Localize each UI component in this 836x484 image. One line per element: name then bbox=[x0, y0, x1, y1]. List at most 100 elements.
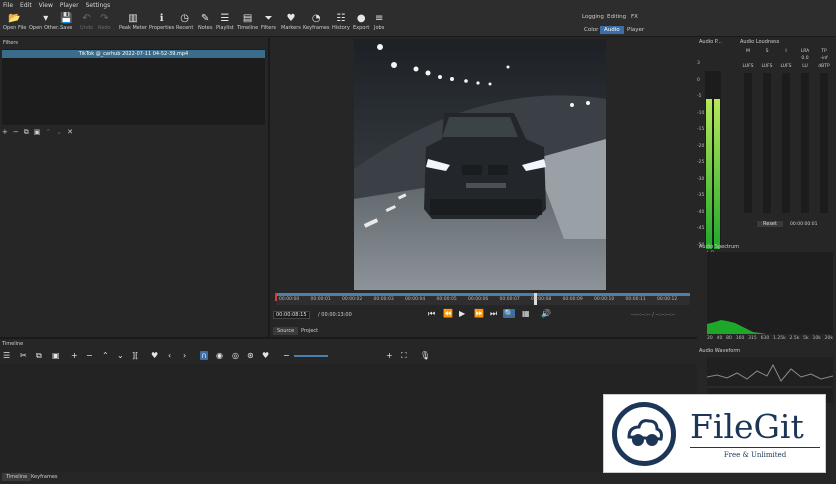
undo-button[interactable]: ↶ Undo bbox=[80, 12, 93, 36]
zoom-fit-icon[interactable]: ⛶ bbox=[401, 351, 407, 361]
next-marker-icon[interactable]: › bbox=[183, 351, 186, 360]
paste-icon[interactable]: ▣ bbox=[52, 351, 60, 360]
loudness-col-value: 0.0 bbox=[801, 56, 809, 61]
loudness-col-header: TP bbox=[821, 49, 827, 54]
loudness-col-value: -inf bbox=[820, 56, 828, 61]
layout-player[interactable]: Player bbox=[623, 26, 648, 34]
selected-clip-label[interactable]: TikTok @_carhub 2022-07-11 04-52-39.mp4 bbox=[2, 50, 265, 58]
toolbar-label: Keyframes bbox=[303, 25, 330, 31]
loudness-col-unit: dBTP bbox=[818, 64, 830, 69]
append-icon[interactable]: + bbox=[71, 351, 78, 360]
paste-filter-icon[interactable]: ▣ bbox=[34, 128, 41, 137]
playlist-button[interactable]: ☰ Playlist bbox=[216, 12, 234, 36]
export-button[interactable]: ● Export bbox=[353, 12, 369, 36]
ripple-all-icon[interactable]: ⊛ bbox=[247, 351, 254, 360]
tab-keyframes[interactable]: Keyframes bbox=[27, 473, 62, 481]
filters-panel-title: Filters bbox=[3, 40, 18, 46]
play-icon[interactable]: ▶ bbox=[459, 309, 465, 318]
save-button[interactable]: 💾 Save bbox=[60, 12, 72, 36]
open-other-button[interactable]: ▾ Open Other... bbox=[29, 12, 62, 36]
menu-view[interactable]: View bbox=[39, 2, 53, 9]
tab-source[interactable]: Source bbox=[273, 327, 299, 335]
peak-scale-label: -10 bbox=[697, 110, 705, 116]
move-down-icon[interactable]: ⌄ bbox=[56, 128, 62, 137]
filters-icon: ⏷ bbox=[264, 13, 273, 24]
deselect-filter-icon[interactable]: ✕ bbox=[67, 128, 73, 137]
snap-icon[interactable]: ∩ bbox=[200, 351, 208, 360]
marker-icon[interactable]: ♥ bbox=[151, 351, 158, 360]
recent-button[interactable]: ◷ Recent bbox=[176, 12, 193, 36]
loudness-meter-bar bbox=[744, 73, 752, 213]
cut-icon[interactable]: ✂ bbox=[20, 351, 27, 360]
panel-divider-horizontal[interactable] bbox=[0, 337, 697, 339]
copy-filter-icon[interactable]: ⧉ bbox=[24, 128, 29, 137]
video-preview[interactable] bbox=[354, 39, 606, 290]
layout-fx[interactable]: FX bbox=[627, 13, 642, 21]
scrub-icon[interactable]: ◉ bbox=[216, 351, 223, 360]
notes-button[interactable]: ✎ Notes bbox=[198, 12, 212, 36]
position-timecode[interactable]: 00:00:08:15 bbox=[273, 311, 310, 319]
ruler-tick-label: 00:00:11 bbox=[625, 297, 646, 302]
copy-icon[interactable]: ⧉ bbox=[36, 351, 42, 361]
loudness-meter-bar bbox=[763, 73, 771, 213]
skip-to-end-icon[interactable]: ⏭ bbox=[490, 309, 497, 319]
remove-filter-icon[interactable]: − bbox=[13, 128, 19, 137]
record-audio-icon[interactable]: 🎙 bbox=[420, 351, 430, 360]
zoom-in-icon[interactable]: + bbox=[386, 351, 393, 360]
split-icon[interactable]: ][ bbox=[132, 351, 138, 360]
peak-scale-label: 3 bbox=[697, 61, 700, 66]
zoom-icon[interactable]: 🔍 bbox=[503, 309, 515, 318]
grid-icon[interactable]: ▦ bbox=[522, 309, 530, 318]
open-other-icon: ▾ bbox=[43, 13, 49, 24]
jobs-button[interactable]: ≡ Jobs bbox=[374, 12, 384, 36]
tab-project[interactable]: Project bbox=[297, 327, 322, 335]
skip-to-start-icon[interactable]: ⏮ bbox=[428, 309, 435, 319]
panel-divider-vertical[interactable] bbox=[268, 38, 270, 337]
peak-meter-button[interactable]: ▥ Peak Meter bbox=[119, 12, 147, 36]
menu-icon[interactable]: ☰ bbox=[3, 351, 10, 360]
spectrum-freq-label: 10k bbox=[812, 336, 821, 341]
fast-forward-icon[interactable]: ⏩ bbox=[474, 309, 484, 318]
properties-button[interactable]: ℹ Properties bbox=[149, 12, 174, 36]
timeline-zoom-slider[interactable] bbox=[294, 355, 328, 357]
peak-scale-label: 0 bbox=[697, 77, 700, 83]
ruler-tick-label: 00:00:02 bbox=[342, 297, 363, 302]
redo-button[interactable]: ↷ Redo bbox=[98, 12, 111, 36]
add-filter-icon[interactable]: + bbox=[2, 128, 8, 137]
overwrite-icon[interactable]: ⌄ bbox=[117, 351, 124, 360]
zoom-out-icon[interactable]: − bbox=[283, 351, 290, 360]
loudness-col-unit: LUFS bbox=[742, 64, 754, 69]
ripple-markers-icon[interactable]: ♥ bbox=[262, 351, 269, 360]
spectrum-freq-label: 315 bbox=[748, 336, 757, 341]
filegit-logo-icon bbox=[612, 402, 676, 466]
volume-icon[interactable]: 🔊 bbox=[541, 309, 551, 318]
markers-button[interactable]: ♥ Markers bbox=[281, 12, 301, 36]
prev-marker-icon[interactable]: ‹ bbox=[168, 351, 171, 360]
timeline-area[interactable] bbox=[0, 364, 697, 472]
ruler-tick-label: 00:00:08 bbox=[531, 297, 552, 302]
move-up-icon[interactable]: ⌃ bbox=[45, 128, 51, 137]
playlist-icon: ☰ bbox=[220, 13, 230, 24]
open-file-button[interactable]: 📂 Open File bbox=[3, 12, 26, 36]
remove-icon[interactable]: − bbox=[86, 351, 93, 360]
layout-audio[interactable]: Audio bbox=[600, 26, 624, 34]
menu-file[interactable]: File bbox=[3, 2, 13, 9]
notes-icon: ✎ bbox=[201, 13, 210, 24]
filters-button[interactable]: ⏷ Filters bbox=[261, 12, 276, 36]
keyframes-button[interactable]: ◔ Keyframes bbox=[303, 12, 330, 36]
menu-player[interactable]: Player bbox=[60, 2, 79, 9]
history-button[interactable]: ☷ History bbox=[332, 12, 350, 36]
loudness-meter-bar bbox=[801, 73, 809, 213]
loudness-reset-button[interactable]: Reset bbox=[757, 221, 783, 227]
recent-icon: ◷ bbox=[180, 13, 189, 24]
properties-icon: ℹ bbox=[159, 13, 164, 24]
toolbar-label: Save bbox=[60, 25, 73, 31]
ripple-icon[interactable]: ◎ bbox=[232, 351, 239, 360]
spectrum-frequency-labels: 20 40 80 160 315 630 1.25k 2.5k 5k 10k 20k bbox=[707, 336, 833, 341]
menu-settings[interactable]: Settings bbox=[86, 2, 111, 9]
rewind-icon[interactable]: ⏪ bbox=[443, 309, 453, 318]
timeline-button[interactable]: ▤ Timeline bbox=[237, 12, 258, 36]
lift-icon[interactable]: ⌃ bbox=[102, 351, 109, 360]
player-scrubber[interactable]: 00:00:00 00:00:01 00:00:02 00:00:03 00:00:04… bbox=[276, 293, 690, 305]
menu-edit[interactable]: Edit bbox=[20, 2, 32, 9]
